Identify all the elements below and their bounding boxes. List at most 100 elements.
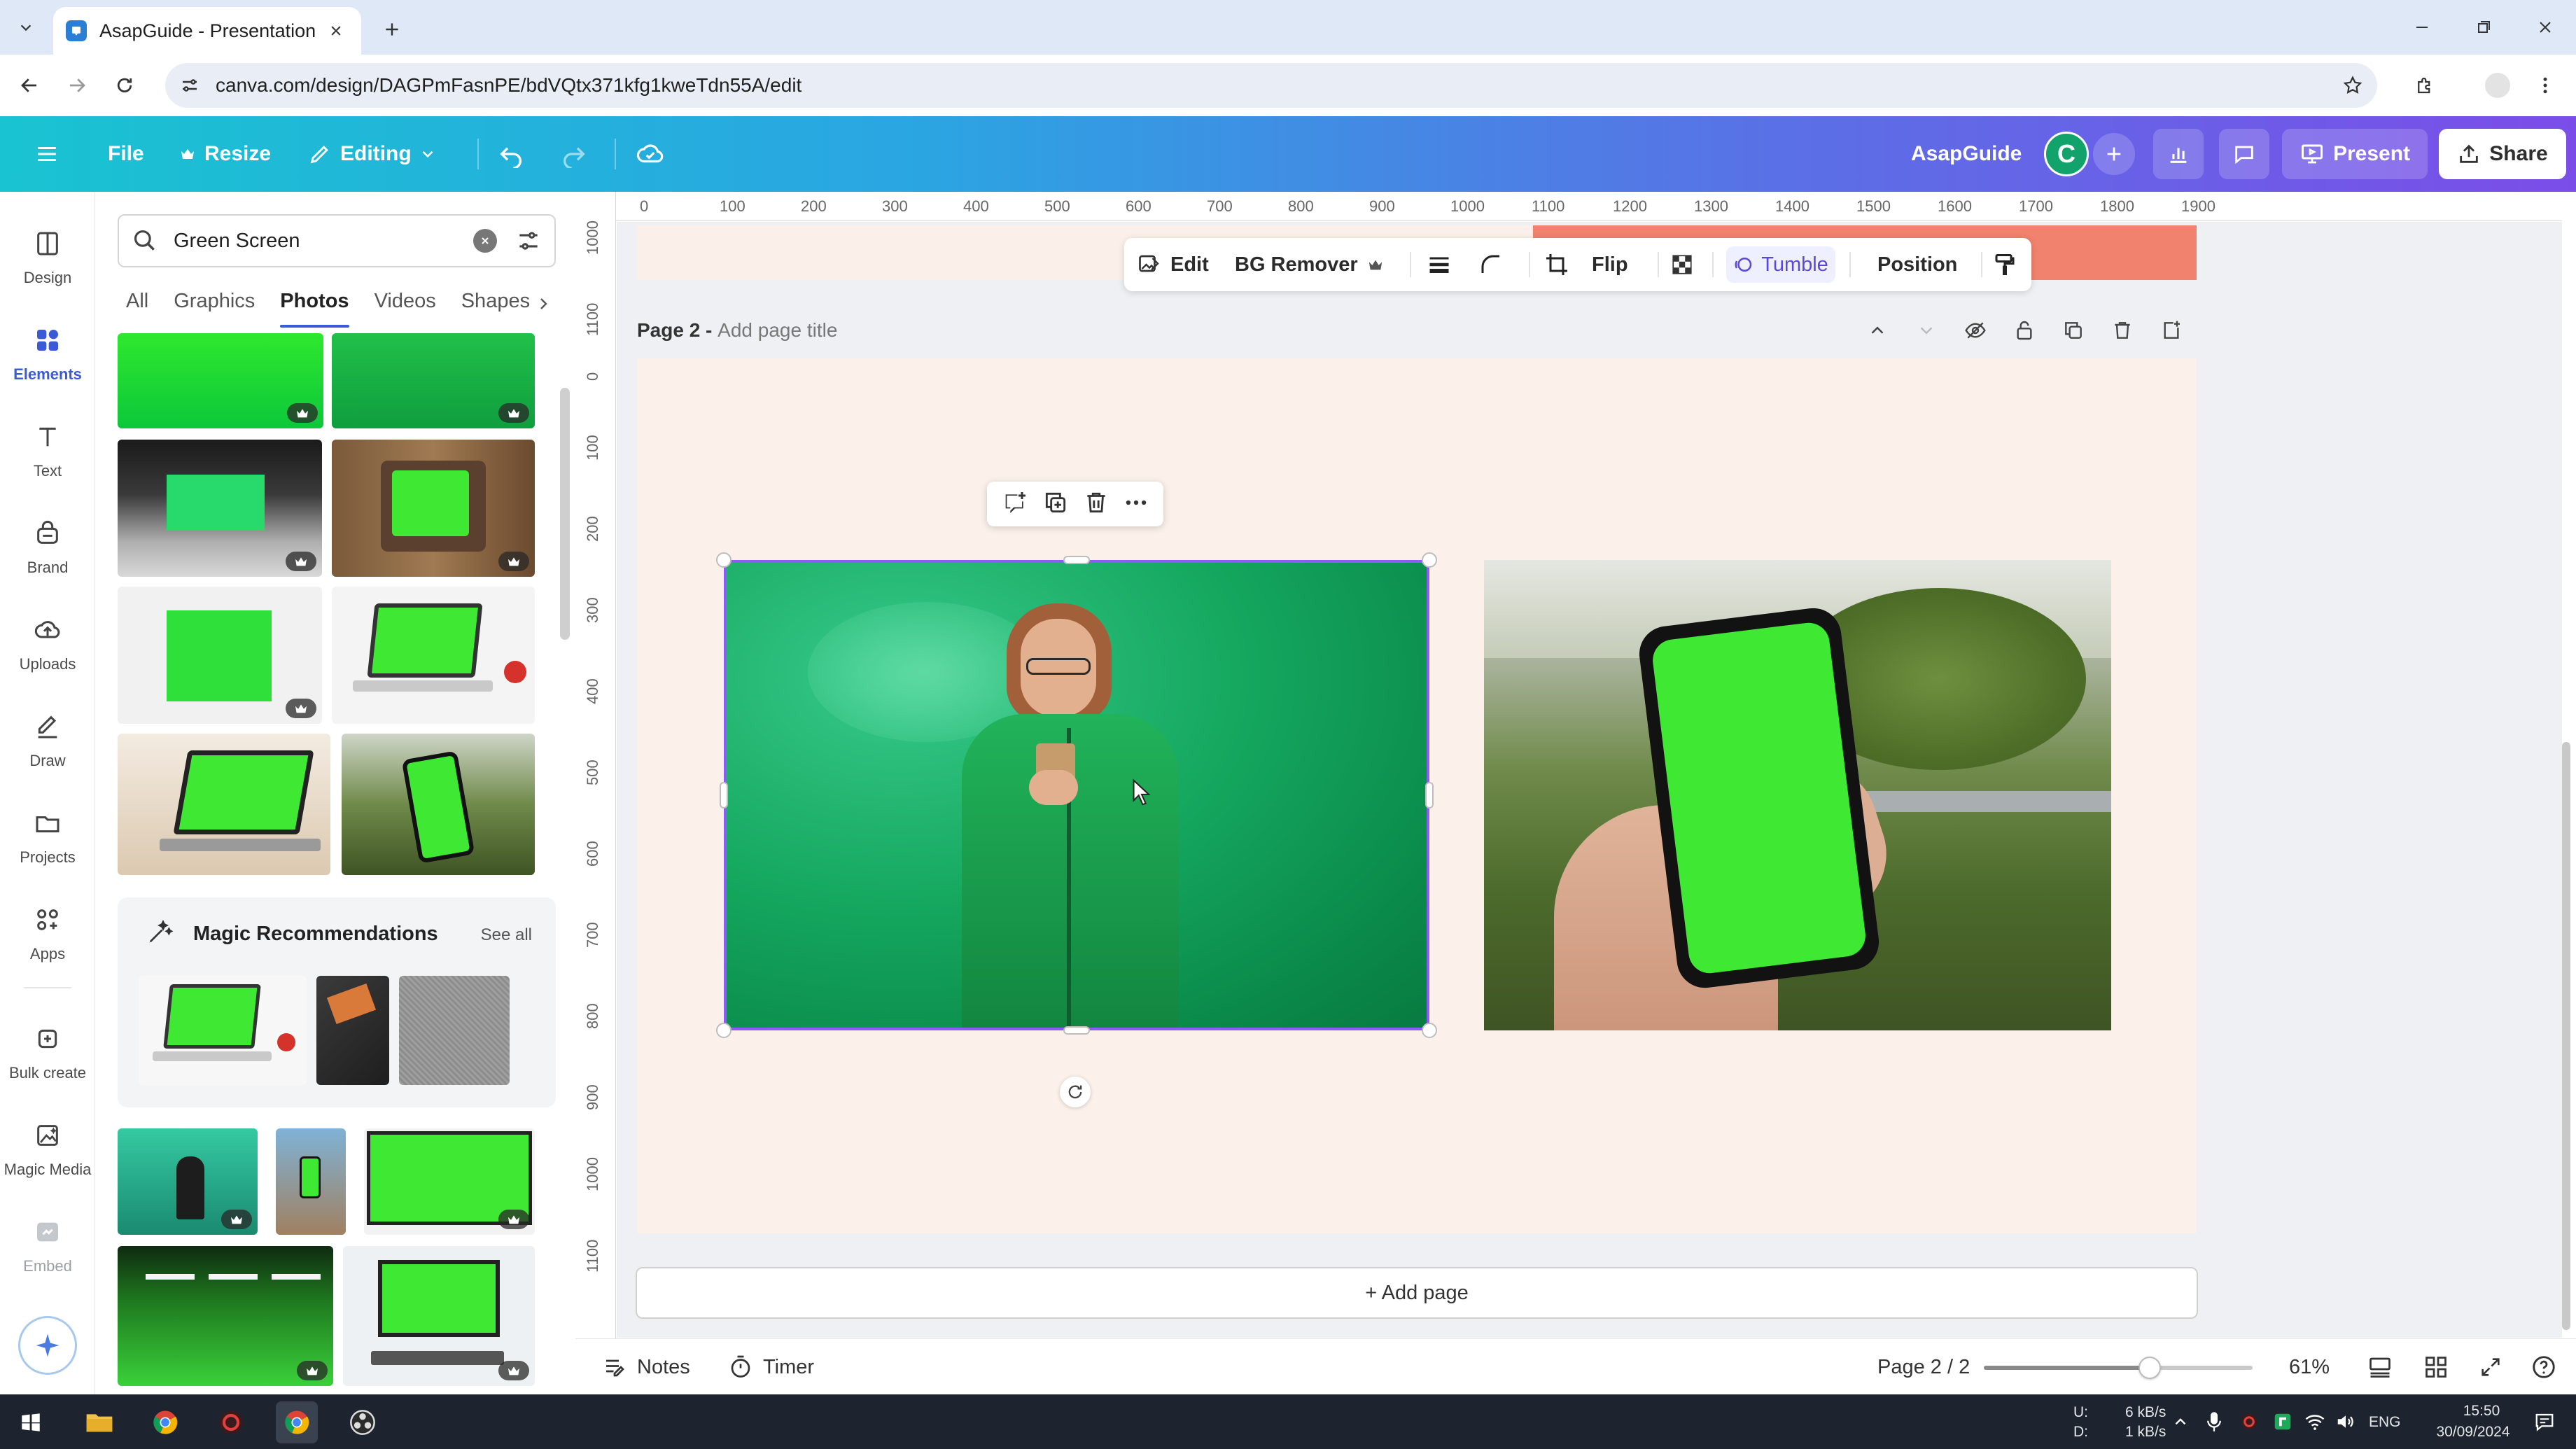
main-menu-button[interactable] xyxy=(35,116,67,192)
move-page-up-icon[interactable] xyxy=(1863,316,1891,344)
fullscreen-button[interactable] xyxy=(2475,1352,2506,1382)
editing-mode-button[interactable]: Editing xyxy=(308,116,445,192)
flip-button[interactable]: Flip xyxy=(1592,238,1628,291)
rail-brand[interactable]: Brand xyxy=(0,504,95,588)
clear-search-icon[interactable] xyxy=(473,229,497,253)
file-explorer-button[interactable] xyxy=(78,1401,120,1443)
comments-button[interactable] xyxy=(2219,129,2269,179)
canvas-scrollbar[interactable] xyxy=(2562,742,2570,1330)
browser-tab-active[interactable]: AsapGuide - Presentation xyxy=(53,7,361,55)
resize-handle-top-right[interactable] xyxy=(1422,552,1437,568)
photo-thumbnail[interactable] xyxy=(342,734,535,875)
page-indicator[interactable]: Page 2 / 2 xyxy=(1877,1339,1970,1395)
page-title-placeholder[interactable]: Add page title xyxy=(718,319,837,341)
photo-thumbnail[interactable] xyxy=(118,587,322,724)
photo-thumbnail[interactable] xyxy=(332,333,535,428)
browser-menu-button[interactable] xyxy=(2528,69,2562,102)
add-page-icon[interactable] xyxy=(2157,316,2185,344)
reload-button[interactable] xyxy=(108,69,141,102)
rail-apps[interactable]: Apps xyxy=(0,890,95,974)
move-page-down-icon[interactable] xyxy=(1912,316,1940,344)
user-avatar[interactable]: C xyxy=(2044,132,2089,176)
tabs-scroll-right[interactable] xyxy=(529,290,557,318)
corner-rounding-button[interactable] xyxy=(1478,238,1504,291)
resize-handle-right[interactable] xyxy=(1425,782,1434,808)
app-tray-icon[interactable] xyxy=(2265,1404,2300,1439)
duplicate-page-icon[interactable] xyxy=(2059,316,2087,344)
resize-button[interactable]: Resize xyxy=(179,116,271,192)
undo-button[interactable] xyxy=(497,116,533,192)
notes-button[interactable]: Notes xyxy=(602,1339,690,1395)
position-button[interactable]: Position xyxy=(1877,238,1957,291)
rail-text[interactable]: Text xyxy=(0,407,95,491)
resize-handle-bottom[interactable] xyxy=(1063,1026,1090,1035)
rail-elements[interactable]: Elements xyxy=(0,311,95,395)
tab-photos[interactable]: Photos xyxy=(280,290,349,329)
photo-thumbnail[interactable] xyxy=(118,1128,258,1235)
tab-graphics[interactable]: Graphics xyxy=(174,290,255,329)
search-box[interactable]: Green Screen xyxy=(118,214,556,267)
team-name[interactable]: AsapGuide xyxy=(1911,116,2022,192)
tab-search-button[interactable] xyxy=(10,11,42,43)
file-menu-button[interactable]: File xyxy=(108,116,144,192)
rail-magic-media[interactable]: Magic Media xyxy=(0,1106,95,1190)
recommendation-thumbnail[interactable] xyxy=(399,976,510,1085)
resize-handle-top-left[interactable] xyxy=(716,552,732,568)
copy-style-button[interactable] xyxy=(1992,238,2017,291)
transparency-button[interactable] xyxy=(1670,238,1694,291)
wifi-icon[interactable] xyxy=(2297,1404,2332,1439)
volume-icon[interactable] xyxy=(2328,1404,2363,1439)
microphone-tray-icon[interactable] xyxy=(2197,1404,2232,1439)
bg-remover-button[interactable]: BG Remover xyxy=(1235,238,1383,291)
zoom-slider[interactable] xyxy=(1984,1357,2253,1379)
recommendation-thumbnail[interactable] xyxy=(316,976,389,1085)
page-title[interactable]: Page 2 - Add page title xyxy=(637,319,837,342)
resize-handle-bottom-right[interactable] xyxy=(1422,1023,1437,1038)
help-button[interactable] xyxy=(2528,1352,2559,1382)
recommendation-thumbnail[interactable] xyxy=(139,976,307,1085)
zoom-slider-knob[interactable] xyxy=(2138,1357,2161,1379)
resize-handle-bottom-left[interactable] xyxy=(716,1023,732,1038)
zoom-level[interactable]: 61% xyxy=(2289,1339,2330,1395)
search-input[interactable]: Green Screen xyxy=(174,230,473,253)
add-page-button[interactable]: + Add page xyxy=(636,1267,2198,1319)
start-button[interactable] xyxy=(10,1401,52,1443)
rotate-handle[interactable] xyxy=(1060,1077,1091,1107)
trash-icon[interactable] xyxy=(1083,489,1110,519)
more-options-icon[interactable] xyxy=(1123,489,1149,519)
photo-thumbnail[interactable] xyxy=(118,440,322,577)
chrome-active-taskbar-button[interactable] xyxy=(276,1401,318,1443)
chrome-taskbar-button[interactable] xyxy=(144,1401,186,1443)
input-language[interactable]: ENG xyxy=(2369,1414,2401,1431)
photo-thumbnail[interactable] xyxy=(118,734,330,875)
comment-add-icon[interactable] xyxy=(1001,489,1029,520)
photo-thumbnail[interactable] xyxy=(276,1128,346,1235)
redo-button[interactable] xyxy=(560,116,596,192)
add-collaborator-button[interactable] xyxy=(2093,133,2135,175)
photo-thumbnail[interactable] xyxy=(332,440,535,577)
minimize-button[interactable] xyxy=(2391,0,2453,55)
canva-assistant-button[interactable] xyxy=(18,1316,77,1375)
rail-draw[interactable]: Draw xyxy=(0,697,95,781)
present-button[interactable]: Present xyxy=(2282,129,2428,179)
tumble-animation-button[interactable]: Tumble xyxy=(1726,246,1835,283)
border-style-button[interactable] xyxy=(1427,238,1452,291)
new-tab-button[interactable] xyxy=(377,14,407,45)
notifications-button[interactable] xyxy=(2527,1404,2562,1439)
green-screen-phone-photo[interactable] xyxy=(1484,560,2111,1030)
tab-videos[interactable]: Videos xyxy=(374,290,436,329)
share-button[interactable]: Share xyxy=(2439,129,2566,179)
rail-embed[interactable]: Embed xyxy=(0,1203,95,1287)
rail-bulk-create[interactable]: Bulk create xyxy=(0,1009,95,1093)
close-window-button[interactable] xyxy=(2514,0,2576,55)
delete-page-icon[interactable] xyxy=(2108,316,2136,344)
edit-image-button[interactable]: Edit xyxy=(1137,238,1209,291)
insights-button[interactable] xyxy=(2153,129,2204,179)
close-tab-icon[interactable] xyxy=(323,18,349,43)
timer-button[interactable]: Timer xyxy=(728,1339,814,1395)
resize-handle-left[interactable] xyxy=(720,782,728,808)
photo-thumbnail[interactable] xyxy=(118,333,323,428)
page-view-button[interactable] xyxy=(2365,1352,2395,1382)
tray-overflow-button[interactable] xyxy=(2163,1404,2198,1439)
rail-uploads[interactable]: Uploads xyxy=(0,601,95,685)
